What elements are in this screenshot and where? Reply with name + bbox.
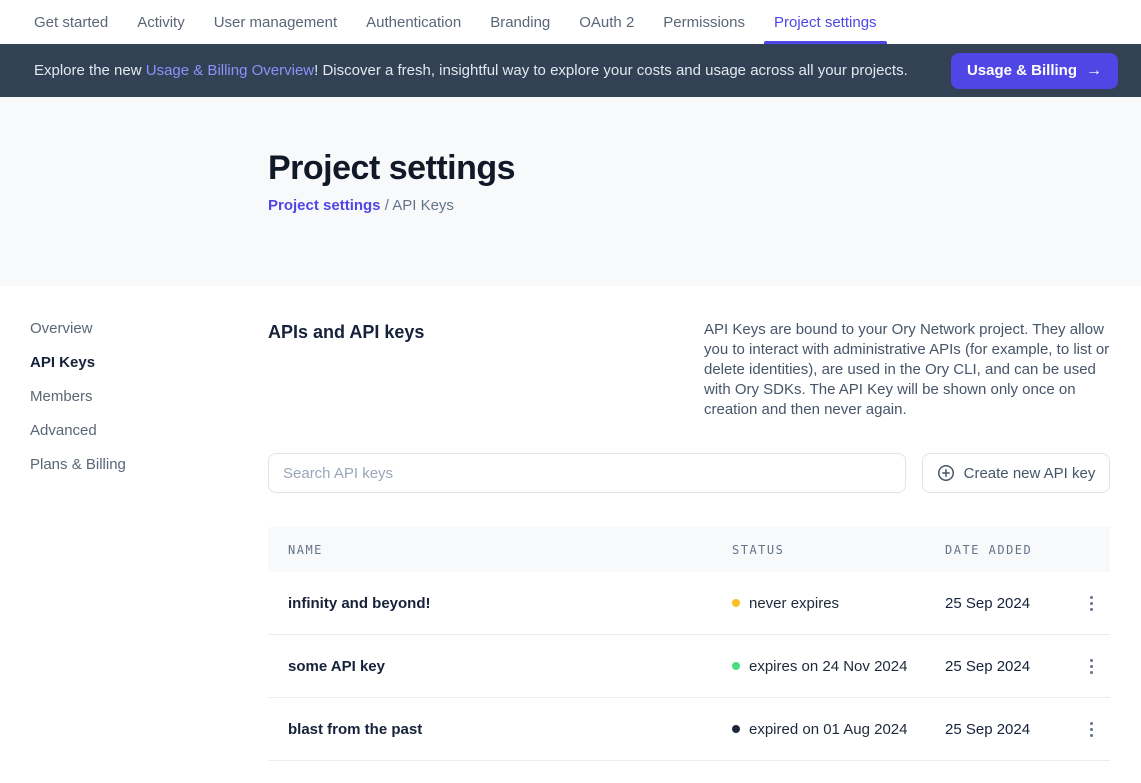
nav-tab-authentication[interactable]: Authentication — [366, 0, 461, 44]
kebab-menu-icon[interactable] — [1079, 717, 1103, 741]
api-key-status: expires on 24 Nov 2024 — [732, 658, 945, 675]
banner-message: Explore the new Usage & Billing Overview… — [34, 62, 951, 79]
nav-tab-user-management[interactable]: User management — [214, 0, 337, 44]
sidebar-item-label: Overview — [30, 320, 93, 337]
nav-tab-label: User management — [214, 14, 337, 31]
status-dot-icon — [732, 599, 740, 607]
banner-text-before: Explore the new — [34, 62, 146, 79]
api-key-name: infinity and beyond! — [268, 595, 732, 612]
sidebar-item-label: Advanced — [30, 422, 97, 439]
breadcrumb-current: API Keys — [392, 197, 454, 214]
page-header: Project settings Project settings / API … — [0, 97, 1141, 286]
api-key-date-added: 25 Sep 2024 — [945, 595, 1079, 612]
sidebar-item-api-keys[interactable]: API Keys — [30, 354, 268, 371]
section-head: APIs and API keys API Keys are bound to … — [268, 320, 1110, 420]
nav-tab-activity[interactable]: Activity — [137, 0, 185, 44]
status-text: expired on 01 Aug 2024 — [749, 721, 907, 738]
create-api-key-button[interactable]: Create new API key — [922, 453, 1110, 493]
api-key-name: some API key — [268, 658, 732, 675]
api-key-status: never expires — [732, 595, 945, 612]
status-text: never expires — [749, 595, 839, 612]
table-row: infinity and beyond! never expires 25 Se… — [268, 572, 1110, 635]
kebab-menu-icon[interactable] — [1079, 591, 1103, 615]
table-body: infinity and beyond! never expires 25 Se… — [268, 572, 1110, 761]
nav-tab-project-settings[interactable]: Project settings — [774, 0, 877, 44]
row-actions — [1079, 591, 1127, 615]
top-navigation: Get started Activity User management Aut… — [0, 0, 1141, 44]
status-text: expires on 24 Nov 2024 — [749, 658, 907, 675]
table-row: blast from the past expired on 01 Aug 20… — [268, 698, 1110, 761]
table-row: some API key expires on 24 Nov 2024 25 S… — [268, 635, 1110, 698]
plus-circle-icon — [937, 464, 955, 482]
api-key-name: blast from the past — [268, 721, 732, 738]
nav-tab-label: Permissions — [663, 14, 745, 31]
content-area: Overview API Keys Members Advanced Plans… — [0, 286, 1141, 761]
usage-billing-button-label: Usage & Billing — [967, 62, 1077, 79]
table-controls: Create new API key — [268, 453, 1110, 493]
nav-tab-branding[interactable]: Branding — [490, 0, 550, 44]
api-keys-section: APIs and API keys API Keys are bound to … — [268, 320, 1110, 761]
nav-tab-permissions[interactable]: Permissions — [663, 0, 745, 44]
search-input[interactable] — [268, 453, 906, 493]
sidebar-item-label: API Keys — [30, 354, 95, 371]
nav-tab-label: Project settings — [774, 14, 877, 31]
settings-sidebar: Overview API Keys Members Advanced Plans… — [0, 320, 268, 761]
nav-tab-label: Activity — [137, 14, 185, 31]
sidebar-item-members[interactable]: Members — [30, 388, 268, 405]
arrow-right-icon: → — [1086, 62, 1102, 80]
usage-billing-banner: Explore the new Usage & Billing Overview… — [0, 44, 1141, 97]
sidebar-item-label: Members — [30, 388, 93, 405]
usage-billing-overview-link[interactable]: Usage & Billing Overview — [146, 62, 314, 79]
breadcrumb-project-settings-link[interactable]: Project settings — [268, 197, 381, 214]
api-key-date-added: 25 Sep 2024 — [945, 721, 1079, 738]
row-actions — [1079, 654, 1127, 678]
nav-tab-oauth-2[interactable]: OAuth 2 — [579, 0, 634, 44]
nav-tab-label: Authentication — [366, 14, 461, 31]
row-actions — [1079, 717, 1127, 741]
sidebar-item-plans-billing[interactable]: Plans & Billing — [30, 456, 268, 473]
table-header-row: NAME STATUS DATE ADDED — [268, 527, 1110, 572]
api-keys-table: NAME STATUS DATE ADDED infinity and beyo… — [268, 527, 1110, 761]
sidebar-item-label: Plans & Billing — [30, 456, 126, 473]
api-key-status: expired on 01 Aug 2024 — [732, 721, 945, 738]
usage-billing-button[interactable]: Usage & Billing → — [951, 53, 1118, 89]
nav-tab-get-started[interactable]: Get started — [34, 0, 108, 44]
nav-tab-label: Get started — [34, 14, 108, 31]
api-key-date-added: 25 Sep 2024 — [945, 658, 1079, 675]
section-description: API Keys are bound to your Ory Network p… — [704, 320, 1110, 420]
status-dot-icon — [732, 662, 740, 670]
column-header-name: NAME — [268, 543, 732, 557]
status-dot-icon — [732, 725, 740, 733]
sidebar-item-advanced[interactable]: Advanced — [30, 422, 268, 439]
column-header-date-added: DATE ADDED — [945, 543, 1079, 557]
column-header-status: STATUS — [732, 543, 945, 557]
nav-tab-label: OAuth 2 — [579, 14, 634, 31]
page-title: Project settings — [268, 149, 1141, 188]
nav-tab-label: Branding — [490, 14, 550, 31]
create-api-key-label: Create new API key — [964, 465, 1096, 482]
sidebar-item-overview[interactable]: Overview — [30, 320, 268, 337]
breadcrumb-separator: / — [381, 197, 393, 214]
banner-text-after: ! Discover a fresh, insightful way to ex… — [314, 62, 908, 79]
breadcrumb: Project settings / API Keys — [268, 197, 1141, 214]
section-title: APIs and API keys — [268, 320, 424, 420]
kebab-menu-icon[interactable] — [1079, 654, 1103, 678]
